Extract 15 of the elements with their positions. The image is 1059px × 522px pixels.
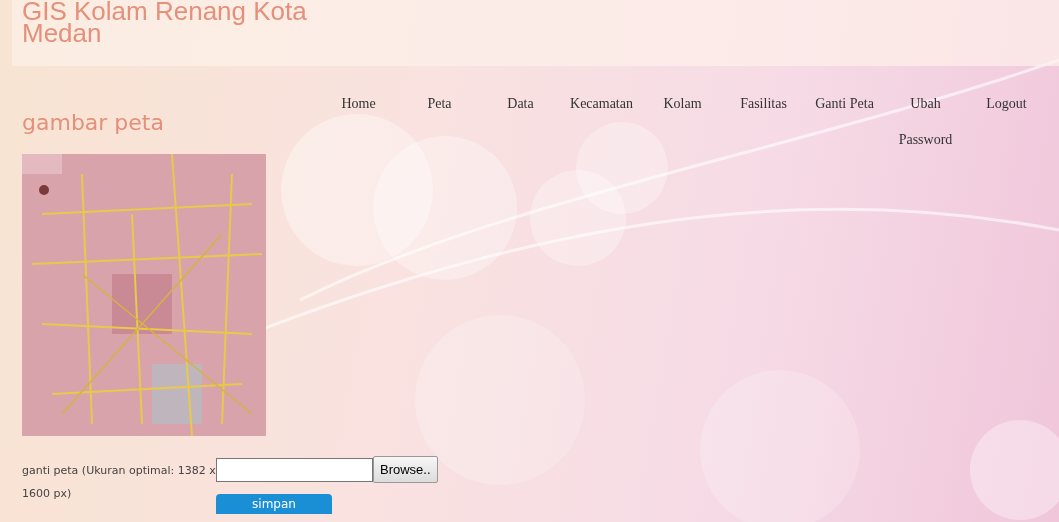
nav-link[interactable]: Kecamatan xyxy=(561,86,642,122)
nav-link[interactable]: Kolam xyxy=(642,86,723,122)
section-title: gambar peta xyxy=(22,109,165,137)
nav-link[interactable]: Logout xyxy=(966,86,1047,122)
nav-link[interactable]: Ganti Peta xyxy=(804,86,885,122)
nav-link[interactable]: Peta xyxy=(399,86,480,122)
form-label: ganti peta (Ukuran optimal: 1382 x 1600 px) xyxy=(22,463,216,502)
nav-link[interactable]: Data xyxy=(480,86,561,122)
nav-link[interactable]: Ubah Password xyxy=(885,86,966,158)
nav-link[interactable]: Home xyxy=(318,86,399,122)
site-title: GIS Kolam Renang Kota Medan xyxy=(22,0,308,44)
file-field[interactable] xyxy=(216,457,373,482)
nav-link[interactable]: Fasilitas xyxy=(723,86,804,122)
browse-button[interactable]: Browse.. xyxy=(373,456,438,483)
save-button[interactable]: simpan xyxy=(216,494,332,514)
